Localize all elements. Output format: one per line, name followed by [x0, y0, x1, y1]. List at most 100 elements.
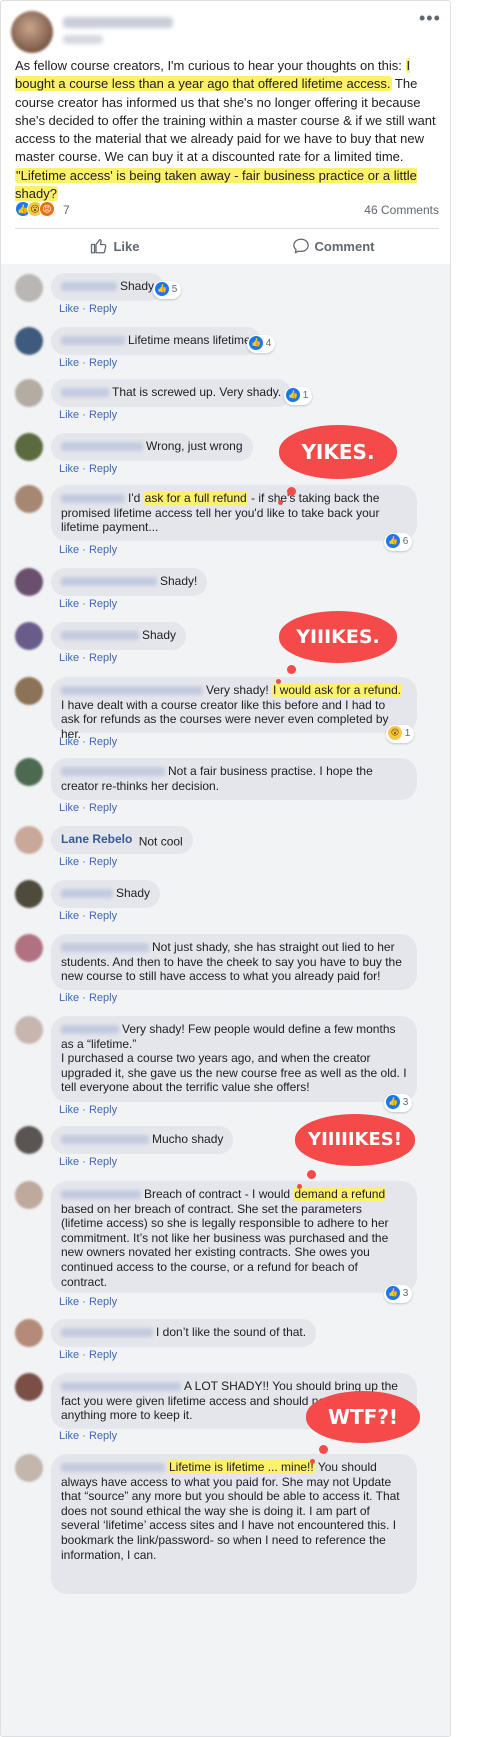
like-reaction-icon: 👍 — [386, 1286, 400, 1301]
post-timestamp-blurred[interactable] — [63, 35, 103, 44]
comment-bubble: nameShady — [51, 880, 161, 908]
comment-reply-link[interactable]: Reply — [89, 1430, 117, 1442]
comment-reply-link[interactable]: Reply — [89, 992, 117, 1004]
comment-reply-link[interactable]: Reply — [89, 409, 117, 421]
reaction-icons[interactable]: 👍 😮 😡 — [15, 201, 55, 219]
comment-like-link[interactable]: Like — [59, 598, 79, 610]
comment-like-link[interactable]: Like — [59, 357, 79, 369]
comment-reply-link[interactable]: Reply — [89, 910, 117, 922]
commenter-name-blurred[interactable]: name — [61, 686, 203, 695]
commenter-name[interactable]: Lane Rebelo — [61, 832, 132, 847]
commenter-avatar[interactable] — [15, 934, 43, 962]
comment-like-link[interactable]: Like — [59, 1104, 79, 1116]
commenter-name-blurred[interactable]: name — [61, 282, 117, 291]
commenter-name-blurred[interactable]: name — [61, 494, 125, 503]
comment-reply-link[interactable]: Reply — [89, 1296, 117, 1308]
commenter-avatar[interactable] — [15, 677, 43, 705]
comment-like-link[interactable]: Like — [59, 652, 79, 664]
commenter-name-blurred[interactable]: name — [61, 889, 113, 898]
comment-like-badge[interactable]: 👍 6 — [384, 533, 413, 551]
commenter-avatar[interactable] — [15, 485, 43, 513]
comment-like-link[interactable]: Like — [59, 1296, 79, 1308]
comment-reply-link[interactable]: Reply — [89, 1349, 117, 1361]
comment-reply-link[interactable]: Reply — [89, 1104, 117, 1116]
comment-reply-link[interactable]: Reply — [89, 652, 117, 664]
author-name-blurred[interactable] — [63, 17, 173, 28]
separator: · — [79, 992, 89, 1004]
comment-like-badge[interactable]: 👍 5 — [153, 281, 182, 299]
commenter-avatar[interactable] — [15, 379, 43, 407]
comment-like-link[interactable]: Like — [59, 992, 79, 1004]
comment-text: Breach of contract - I would — [144, 1187, 294, 1201]
comment-like-badge[interactable]: 👍 3 — [384, 1094, 413, 1112]
commenter-name-blurred[interactable]: name — [61, 1025, 119, 1034]
commenter-avatar[interactable] — [15, 568, 43, 596]
commenter-name-blurred[interactable]: name — [61, 767, 165, 776]
comment-reply-link[interactable]: Reply — [89, 1156, 117, 1168]
commenter-avatar[interactable] — [15, 1016, 43, 1044]
commenter-name-blurred[interactable]: name — [61, 1382, 181, 1391]
commenter-avatar[interactable] — [15, 1373, 43, 1401]
author-avatar[interactable] — [11, 11, 53, 53]
comment-like-link[interactable]: Like — [59, 544, 79, 556]
comment-like-link[interactable]: Like — [59, 1156, 79, 1168]
comment-like-badge[interactable]: 👍 4 — [247, 335, 276, 353]
comment-like-link[interactable]: Like — [59, 1430, 79, 1442]
comment-like-badge[interactable]: 👍 3 — [384, 1285, 413, 1303]
commenter-name-blurred[interactable]: name — [61, 1463, 165, 1472]
commenter-avatar[interactable] — [15, 758, 43, 786]
comment-reply-link[interactable]: Reply — [89, 463, 117, 475]
commenter-name-blurred[interactable]: name — [61, 577, 157, 586]
comment-reply-link[interactable]: Reply — [89, 544, 117, 556]
comment-like-link[interactable]: Like — [59, 856, 79, 868]
commenter-avatar[interactable] — [15, 1181, 43, 1209]
comment-like-link[interactable]: Like — [59, 910, 79, 922]
commenter-name-blurred[interactable]: name — [61, 442, 143, 451]
comment-reply-link[interactable]: Reply — [89, 736, 117, 748]
comment-like-link[interactable]: Like — [59, 802, 79, 814]
commenter-name-blurred[interactable]: name — [61, 388, 109, 397]
post-text-highlight-2: "Lifetime access' is being taken away - … — [15, 167, 417, 202]
comment-button[interactable]: Comment — [233, 229, 433, 265]
commenter-avatar[interactable] — [15, 826, 43, 854]
commenter-name-blurred[interactable]: name — [61, 943, 149, 952]
comment-reply-link[interactable]: Reply — [89, 357, 117, 369]
commenter-avatar[interactable] — [15, 1126, 43, 1154]
commenter-avatar[interactable] — [15, 1454, 43, 1482]
separator: · — [79, 303, 89, 315]
commenter-avatar[interactable] — [15, 1319, 43, 1347]
commenter-name-blurred[interactable]: name — [61, 1328, 153, 1337]
comment-text: You should always have access to what yo… — [61, 1460, 400, 1562]
comment-reply-link[interactable]: Reply — [89, 598, 117, 610]
comment-like-link[interactable]: Like — [59, 463, 79, 475]
comment-highlight: I would ask for a refund. — [272, 683, 403, 697]
comment-bubble: nameThat is screwed up. Very shady. — [51, 379, 292, 407]
comment-like-link[interactable]: Like — [59, 409, 79, 421]
comment-count[interactable]: 46 Comments — [364, 203, 439, 217]
comment-reply-link[interactable]: Reply — [89, 802, 117, 814]
like-button[interactable]: Like — [15, 229, 215, 265]
comment-like-link[interactable]: Like — [59, 1349, 79, 1361]
comment-wow-badge[interactable]: 😮 1 — [386, 725, 415, 743]
comment-reply-link[interactable]: Reply — [89, 856, 117, 868]
comment-text: Shady — [116, 886, 151, 900]
more-dots-icon[interactable]: ••• — [419, 9, 441, 29]
commenter-avatar[interactable] — [15, 433, 43, 461]
reaction-count[interactable]: 7 — [63, 203, 70, 217]
commenter-avatar[interactable] — [15, 327, 43, 355]
comment-like-link[interactable]: Like — [59, 303, 79, 315]
comment-like-badge[interactable]: 👍 1 — [284, 387, 313, 405]
comment-bubble: nameLifetime is lifetime ... mine!! You … — [51, 1454, 417, 1594]
like-reaction-icon: 👍 — [386, 534, 400, 549]
callout-bubble-yiiikes: YIIIKES. — [279, 611, 397, 663]
commenter-avatar[interactable] — [15, 622, 43, 650]
commenter-name-blurred[interactable]: name — [61, 1190, 141, 1199]
commenter-name-blurred[interactable]: name — [61, 1135, 149, 1144]
commenter-avatar[interactable] — [15, 880, 43, 908]
commenter-avatar[interactable] — [15, 274, 43, 302]
separator: · — [79, 1349, 89, 1361]
commenter-name-blurred[interactable]: name — [61, 336, 125, 345]
commenter-name-blurred[interactable]: name — [61, 631, 139, 640]
comment-like-link[interactable]: Like — [59, 736, 79, 748]
comment-reply-link[interactable]: Reply — [89, 303, 117, 315]
